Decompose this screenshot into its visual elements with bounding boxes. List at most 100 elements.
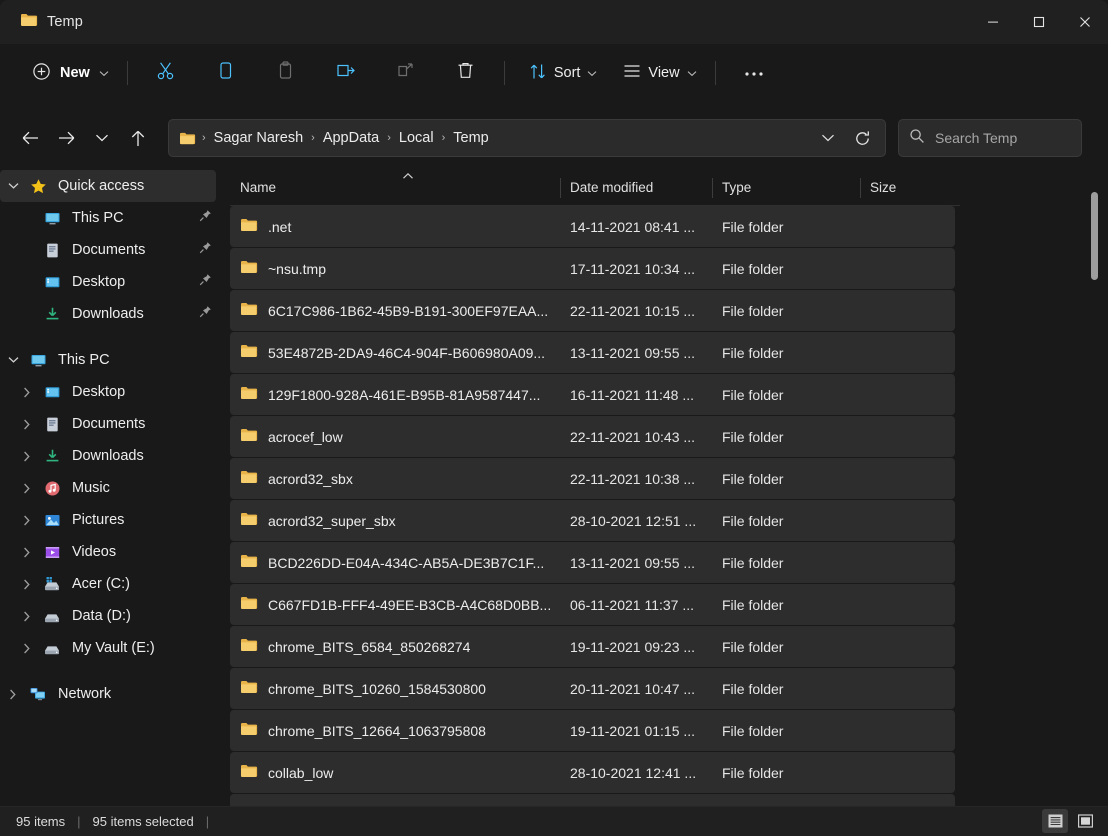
breadcrumb-item-appdata[interactable]: AppData: [317, 127, 385, 149]
table-row[interactable]: chrome_BITS_6584_85026827419-11-2021 09:…: [230, 626, 955, 667]
drive-icon: [40, 608, 64, 625]
folder-icon: [240, 595, 258, 614]
table-row[interactable]: chrome_BITS_12664_106379580819-11-2021 0…: [230, 710, 955, 751]
delete-button[interactable]: [446, 56, 486, 90]
column-header-name[interactable]: Name: [230, 170, 560, 206]
forward-button[interactable]: [48, 121, 84, 155]
column-header-size[interactable]: Size: [860, 170, 960, 206]
table-row[interactable]: acrord32_super_sbx28-10-2021 12:51 ...Fi…: [230, 500, 955, 541]
chevron-right-icon[interactable]: [0, 689, 26, 700]
chevron-right-icon[interactable]: [14, 515, 40, 526]
table-row[interactable]: acrocef_low22-11-2021 10:43 ...File fold…: [230, 416, 955, 457]
table-row[interactable]: C667FD1B-FFF4-49EE-B3CB-A4C68D0BB...06-1…: [230, 584, 955, 625]
file-type-cell: File folder: [712, 261, 860, 277]
large-icons-view-button[interactable]: [1072, 809, 1098, 833]
music-icon: [40, 480, 64, 497]
sidebar-item-videos[interactable]: Videos: [0, 536, 222, 568]
navigation-pane[interactable]: Quick access This PC Documents: [0, 170, 222, 806]
sidebar-item-my-vault-e[interactable]: My Vault (E:): [0, 632, 222, 664]
sidebar-item-acer-c[interactable]: Acer (C:): [0, 568, 222, 600]
explorer-tab[interactable]: Temp: [14, 8, 93, 37]
breadcrumb-item-user[interactable]: Sagar Naresh: [208, 127, 309, 149]
paste-button[interactable]: [266, 56, 306, 90]
chevron-right-icon[interactable]: [14, 451, 40, 462]
sidebar-item-documents-qa[interactable]: Documents: [0, 234, 222, 266]
file-type-cell: File folder: [712, 219, 860, 235]
table-row[interactable]: BCD226DD-E04A-434C-AB5A-DE3B7C1F...13-11…: [230, 542, 955, 583]
chevron-right-icon[interactable]: [14, 579, 40, 590]
rename-button[interactable]: [326, 56, 366, 90]
minimize-button[interactable]: [970, 0, 1016, 44]
cut-button[interactable]: [146, 56, 186, 90]
table-row[interactable]: 53E4872B-2DA9-46C4-904F-B606980A09...13-…: [230, 332, 955, 373]
file-list-pane[interactable]: Name Date modified Type Size .net14-11-2…: [230, 170, 1108, 806]
search-input[interactable]: Search Temp: [898, 119, 1082, 157]
breadcrumb-folder-icon[interactable]: [179, 131, 196, 146]
table-row[interactable]: 6C17C986-1B62-45B9-B191-300EF97EAA...22-…: [230, 290, 955, 331]
scrollbar-thumb[interactable]: [1091, 192, 1098, 280]
chevron-right-icon[interactable]: [14, 419, 40, 430]
chevron-right-icon[interactable]: [14, 611, 40, 622]
window-controls: [970, 0, 1108, 44]
chevron-down-icon[interactable]: [0, 356, 26, 364]
sidebar-item-this-pc[interactable]: This PC: [0, 344, 222, 376]
file-name-cell: 53E4872B-2DA9-46C4-904F-B606980A09...: [230, 343, 560, 362]
sidebar-item-downloads-qa[interactable]: Downloads: [0, 298, 222, 330]
new-button[interactable]: New: [22, 56, 119, 90]
refresh-button[interactable]: [845, 122, 879, 154]
chevron-down-icon[interactable]: [0, 182, 26, 190]
chevron-right-icon[interactable]: [14, 547, 40, 558]
table-row[interactable]: chrome_BITS_10260_158453080020-11-2021 1…: [230, 668, 955, 709]
sidebar-item-data-d[interactable]: Data (D:): [0, 600, 222, 632]
recent-locations-button[interactable]: [84, 121, 120, 155]
sidebar-item-music[interactable]: Music: [0, 472, 222, 504]
hamburger-icon: [623, 63, 641, 83]
details-view-button[interactable]: [1042, 809, 1068, 833]
up-button[interactable]: [120, 121, 156, 155]
sidebar-item-downloads[interactable]: Downloads: [0, 440, 222, 472]
address-dropdown-button[interactable]: [811, 122, 845, 154]
table-row[interactable]: ~nsu.tmp17-11-2021 10:34 ...File folder: [230, 248, 955, 289]
folder-icon: [240, 637, 258, 656]
breadcrumb-separator: ›: [385, 132, 393, 144]
file-date-cell: 14-11-2021 08:41 ...: [560, 219, 712, 235]
breadcrumb-item-local[interactable]: Local: [393, 127, 440, 149]
share-button[interactable]: [386, 56, 426, 90]
chevron-right-icon[interactable]: [14, 483, 40, 494]
sidebar-item-pictures[interactable]: Pictures: [0, 504, 222, 536]
sidebar-item-documents[interactable]: Documents: [0, 408, 222, 440]
chevron-right-icon[interactable]: [14, 643, 40, 654]
table-row[interactable]: collab_low28-10-2021 12:41 ...File folde…: [230, 752, 955, 793]
sidebar-item-desktop[interactable]: Desktop: [0, 376, 222, 408]
back-button[interactable]: [12, 121, 48, 155]
table-row[interactable]: acrord32_sbx22-11-2021 10:38 ...File fol…: [230, 458, 955, 499]
folder-icon: [240, 343, 258, 362]
column-header-date-modified[interactable]: Date modified: [560, 170, 712, 206]
table-row[interactable]: .net14-11-2021 08:41 ...File folder: [230, 206, 955, 247]
file-list-scrollbar[interactable]: [1091, 192, 1098, 782]
view-button[interactable]: View: [613, 56, 706, 90]
sidebar-group-gap: [0, 330, 222, 344]
column-header-type[interactable]: Type: [712, 170, 860, 206]
table-row[interactable]: 129F1800-928A-461E-B95B-81A9587447...16-…: [230, 374, 955, 415]
copy-button[interactable]: [206, 56, 246, 90]
table-row[interactable]: Intel16-11-2021 09:14File folder: [230, 794, 955, 806]
download-icon: [40, 306, 64, 323]
sidebar-item-network[interactable]: Network: [0, 678, 222, 710]
close-button[interactable]: [1062, 0, 1108, 44]
sidebar-item-desktop-qa[interactable]: Desktop: [0, 266, 222, 298]
chevron-right-icon[interactable]: [14, 387, 40, 398]
tab-title: Temp: [47, 14, 83, 30]
file-explorer-window: Temp New: [0, 0, 1108, 836]
network-icon: [26, 686, 50, 703]
breadcrumb-item-temp[interactable]: Temp: [447, 127, 494, 149]
more-options-button[interactable]: [734, 56, 774, 90]
sidebar-item-this-pc-qa[interactable]: This PC: [0, 202, 222, 234]
breadcrumb-bar[interactable]: › Sagar Naresh › AppData › Local › Temp: [168, 119, 886, 157]
file-type-cell: File folder: [712, 471, 860, 487]
folder-icon: [240, 469, 258, 488]
sort-button[interactable]: Sort: [519, 56, 608, 90]
sidebar-item-quick-access[interactable]: Quick access: [0, 170, 216, 202]
file-name-cell: chrome_BITS_12664_1063795808: [230, 721, 560, 740]
maximize-button[interactable]: [1016, 0, 1062, 44]
